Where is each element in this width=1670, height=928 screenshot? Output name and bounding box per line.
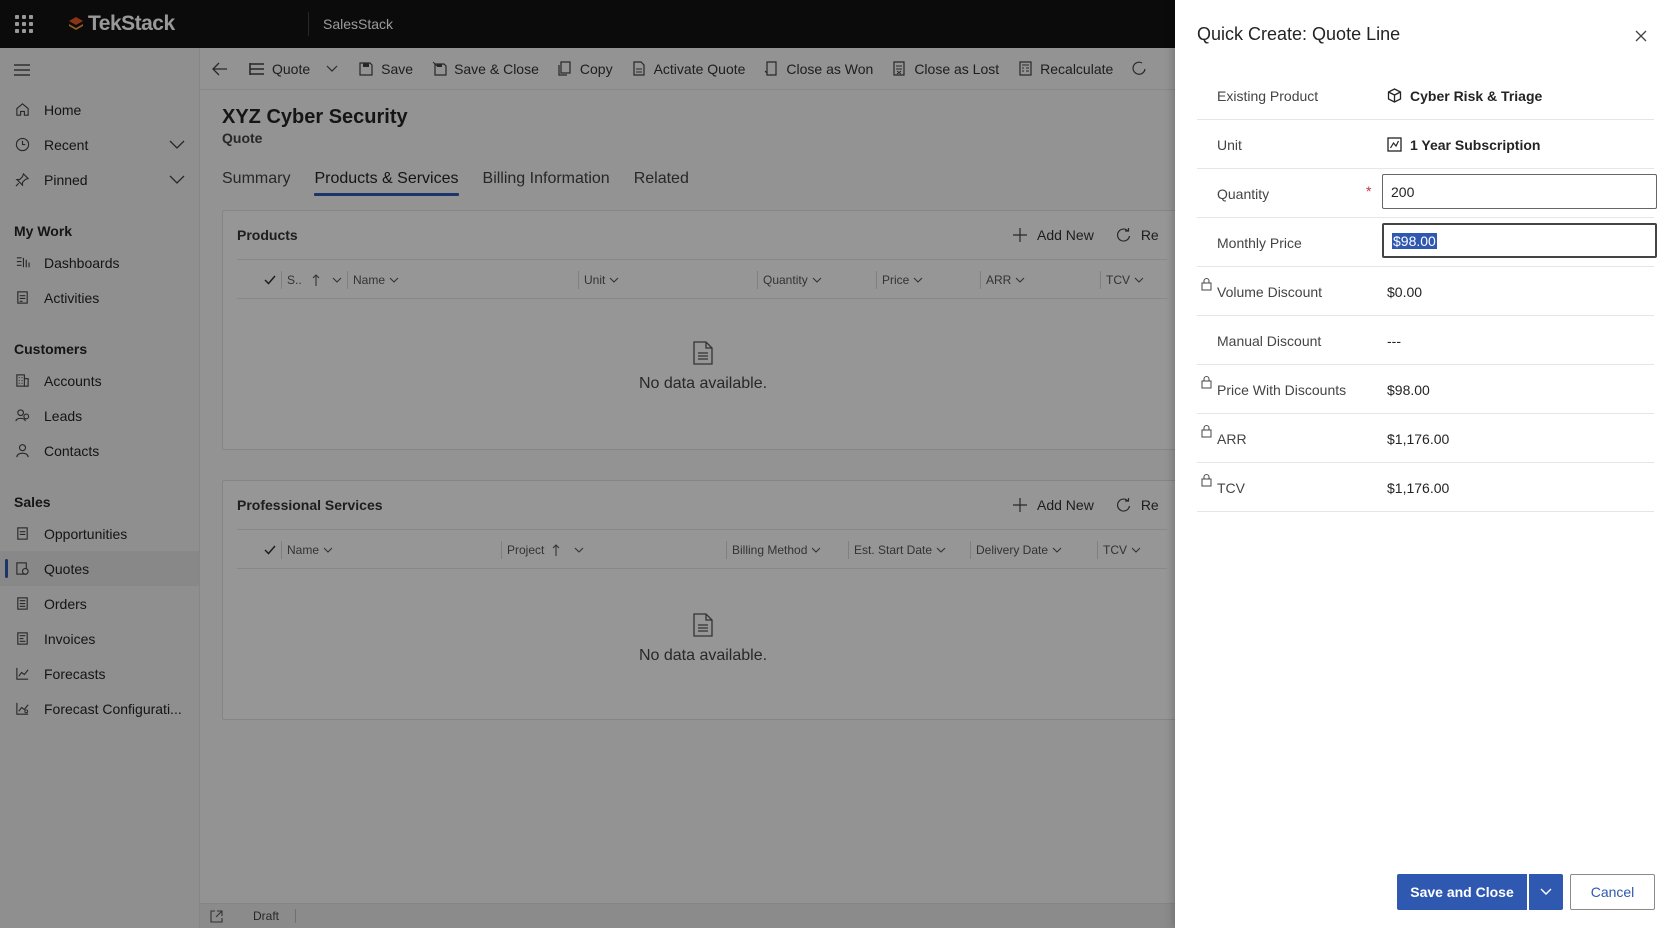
field-quantity: Quantity * 200 xyxy=(1197,169,1657,218)
field-label: Existing Product xyxy=(1217,87,1319,104)
monthly-price-value: $98.00 xyxy=(1392,232,1437,249)
panel-title: Quick Create: Quote Line xyxy=(1197,24,1401,44)
save-and-close-button[interactable]: Save and Close xyxy=(1397,874,1527,910)
field-label: Monthly Price xyxy=(1217,234,1302,251)
field-monthly-price: Monthly Price $98.00 xyxy=(1197,218,1657,267)
required-indicator: * xyxy=(1366,183,1372,199)
volume-discount-value: $0.00 xyxy=(1387,283,1423,300)
unit-lookup[interactable]: 1 Year Subscription xyxy=(1387,120,1540,169)
lock-icon xyxy=(1201,277,1212,291)
existing-product-lookup[interactable]: Cyber Risk & Triage xyxy=(1387,71,1542,120)
manual-discount-value[interactable]: --- xyxy=(1387,316,1401,365)
lock-icon xyxy=(1201,375,1212,389)
field-label: Unit xyxy=(1217,136,1242,153)
monthly-price-input[interactable]: $98.00 xyxy=(1382,223,1657,258)
field-tcv: TCV $1,176.00 xyxy=(1197,463,1654,512)
chevron-down-icon xyxy=(1540,888,1552,895)
close-button[interactable] xyxy=(1635,30,1647,42)
field-volume-discount: Volume Discount $0.00 xyxy=(1197,267,1654,316)
field-label: Quantity xyxy=(1217,185,1270,202)
field-label: TCV xyxy=(1217,479,1245,496)
quantity-value: 200 xyxy=(1391,183,1415,200)
field-label: Price With Discounts xyxy=(1217,381,1347,398)
field-existing-product: Existing Product Cyber Risk & Triage xyxy=(1197,71,1654,120)
existing-product-value: Cyber Risk & Triage xyxy=(1410,87,1543,104)
field-label: ARR xyxy=(1217,430,1247,447)
quick-create-panel: Quick Create: Quote Line Existing Produc… xyxy=(1175,0,1670,928)
arr-value: $1,176.00 xyxy=(1387,430,1450,447)
field-price-with-discounts: Price With Discounts $98.00 xyxy=(1197,365,1654,414)
field-arr: ARR $1,176.00 xyxy=(1197,414,1654,463)
unit-value: 1 Year Subscription xyxy=(1410,136,1541,153)
field-label: Manual Discount xyxy=(1217,332,1322,349)
field-manual-discount: Manual Discount --- xyxy=(1197,316,1654,365)
quantity-input[interactable]: 200 xyxy=(1382,174,1657,209)
save-options-dropdown[interactable] xyxy=(1529,874,1563,910)
price-with-discounts-value: $98.00 xyxy=(1387,381,1430,398)
field-label: Volume Discount xyxy=(1217,283,1323,300)
modal-overlay[interactable] xyxy=(0,0,1175,928)
lock-icon xyxy=(1201,473,1212,487)
product-box-icon xyxy=(1387,88,1402,103)
field-unit: Unit 1 Year Subscription xyxy=(1197,120,1654,169)
tcv-value: $1,176.00 xyxy=(1387,479,1450,496)
cancel-button[interactable]: Cancel xyxy=(1570,874,1655,910)
close-icon xyxy=(1635,30,1647,42)
lock-icon xyxy=(1201,424,1212,438)
unit-icon xyxy=(1387,137,1402,152)
